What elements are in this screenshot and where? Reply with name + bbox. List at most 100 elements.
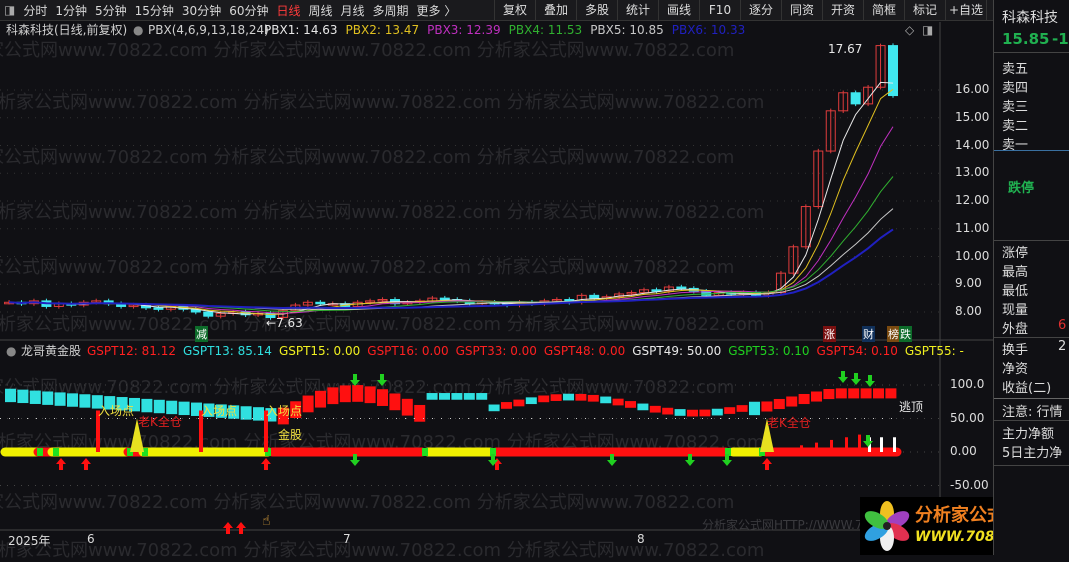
toolbar-button[interactable]: +自选 [945,0,986,21]
toolbar-button[interactable]: 开资 [822,0,863,21]
oscillator-bar [153,399,165,414]
oscillator-bar [364,386,376,404]
oscillator-bar [761,401,773,412]
oscillator-bar [798,393,810,405]
oscillator-bar [79,394,91,408]
period-tab[interactable]: 分时 [19,2,51,19]
quote-row-label: 收益(二) [1002,381,1052,396]
toolbar-button[interactable]: 简框 [863,0,904,21]
candle [315,301,326,305]
down-arrow-icon [350,374,360,386]
white-signal-bar [880,437,883,452]
indicator-axis-label: 100.0 [950,377,985,391]
oscillator-bar [711,408,723,416]
toolbar-button[interactable]: 同资 [781,0,822,21]
oscillator-bar [439,393,450,400]
period-tab[interactable]: 更多 〉 [413,2,461,19]
main-flow-label: 主力净额 [1002,427,1055,442]
oscillator-bar [848,388,860,399]
period-tab[interactable]: 60分钟 [225,2,272,19]
oscillator-bar [426,393,438,400]
tag-jian[interactable]: 减 [195,326,208,342]
ask-level: 卖二 [1002,119,1029,134]
moving-average-line [9,176,894,312]
period-tab[interactable]: 周线 [305,2,337,19]
tag-cai[interactable]: 财 [862,326,875,342]
oscillator-bar [315,390,326,408]
price-axis-label: 14.00 [955,137,990,152]
band-transition [53,448,59,456]
formula-name[interactable]: PBX(4,6,9,13,18,24) [148,22,269,39]
indicator-dropdown-icon[interactable]: ● [6,343,16,359]
high-price-label: 17.67 [828,42,863,56]
period-tab[interactable]: 5分钟 [91,2,131,19]
period-tab[interactable]: 月线 [337,2,369,19]
up-arrow-icon [81,458,91,470]
toolbar-button[interactable]: 统计 [617,0,658,21]
oscillator-bar [835,388,847,399]
kline-chart[interactable]: ☝ [0,0,993,555]
period-tab[interactable]: 1分钟 [51,2,91,19]
oscillator-bar [339,385,351,403]
moving-average-line [9,81,894,315]
oscillator-bar [29,390,41,404]
panel-toggle-icon[interactable]: ◨ [922,22,933,39]
candle [153,307,164,310]
oscillator-bar [662,407,674,415]
signal-bar [830,439,833,452]
gspt-value: GSPT16: 0.00 [367,344,449,358]
date-month: 7 [343,532,351,546]
pbx-value: PBX5: 10.85 [590,23,664,37]
tag-die[interactable]: 跌 [899,326,912,342]
quote-row-value: 2 [1058,339,1067,354]
signal-bar [800,445,803,452]
price-axis-label: 12.00 [955,193,990,207]
toolbar-button[interactable]: 复权 [494,0,535,21]
stock-name: 科森科技 [1002,10,1058,26]
oscillator-bar [377,389,388,406]
indicator-axis-label: 50.00 [950,410,985,425]
gspt-value: GSPT53: 0.10 [728,344,810,358]
price-axis-label: 13.00 [955,165,990,180]
stock-change: -1 [1052,30,1069,48]
price-axis-label: 16.00 [955,82,990,96]
oscillator-bar [736,405,748,412]
five-day-flow-label: 5日主力净 [1002,446,1063,461]
oscillator-bar [352,385,364,402]
oscillator-bar [550,394,562,401]
toolbar-button[interactable]: 多股 [576,0,617,21]
oscillator-bar [823,389,835,400]
quote-row-label: 净资 [1002,362,1029,377]
toolbar-button[interactable]: F10 [699,0,740,21]
diamond-icon[interactable]: ◇ [905,22,914,39]
period-tab[interactable]: 15分钟 [131,2,178,19]
date-month: 8 [637,532,645,546]
laok-label: 老K全仓 [138,415,182,429]
oscillator-bar [476,393,488,400]
sidebar-toggle-icon[interactable]: ◨ [0,3,19,17]
tag-zhang[interactable]: 涨 [823,326,836,342]
signal-bar [858,434,861,452]
gspt-value: GSPT48: 0.00 [543,344,626,358]
period-tab[interactable]: 多周期 [369,2,413,19]
oscillator-bar [327,387,339,405]
candle [850,92,861,105]
period-tab[interactable]: 30分钟 [178,2,225,19]
toolbar-button[interactable]: 叠加 [535,0,576,21]
oscillator-bar [587,394,599,402]
toolbar-button[interactable]: 标记 [904,0,945,21]
period-tab[interactable]: 日线 [272,2,304,19]
oscillator-bar [749,401,760,416]
gspt-value: GSPT49: 50.00 [632,344,722,358]
moving-average-line [9,228,894,310]
candle [439,297,450,301]
toolbar-button[interactable]: 画线 [658,0,699,21]
pbx-value: PBX3: 12.39 [427,23,501,37]
indicator-title[interactable]: 龙哥黄金股 [21,343,81,359]
quote-row-label: 最高 [1002,265,1029,280]
formula-dropdown-icon[interactable]: ● [133,22,143,39]
oscillator-bar [724,407,736,414]
toolbar-button[interactable]: 逐分 [740,0,781,21]
oscillator-bar [649,405,661,413]
ask-level: 卖五 [1002,62,1029,77]
